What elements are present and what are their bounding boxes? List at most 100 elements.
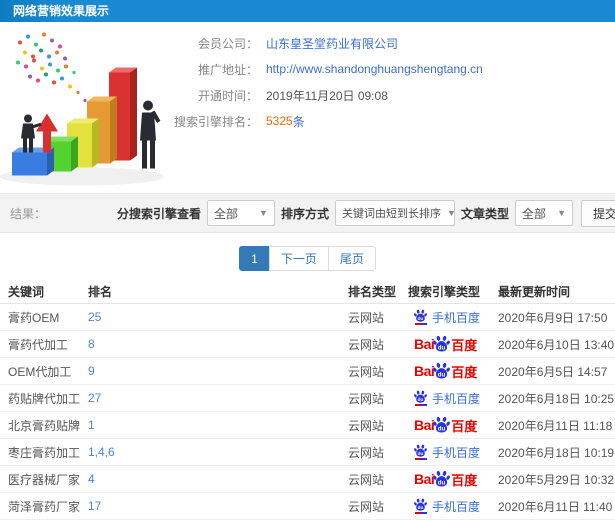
sort-select[interactable]: 关键词由短到长排序 ▼ (334, 200, 456, 226)
svg-text:du: du (438, 479, 446, 486)
mobile-baidu-paw-icon: du (414, 309, 427, 325)
baidu-underline (414, 323, 427, 325)
baidu-paw-icon: du (433, 335, 451, 351)
keyword-cell: 膏药OEM (8, 310, 60, 325)
rank-link[interactable]: 1,4,6 (88, 445, 115, 459)
baidu-logo-badge[interactable]: Bai du 百度 (414, 362, 477, 381)
keyword-cell: 北京膏药贴牌 (8, 418, 81, 433)
engine-filter-select[interactable]: 全部 ▼ (206, 200, 275, 226)
baidu-underline (414, 458, 427, 460)
last-page-button[interactable]: 尾页 (327, 246, 376, 271)
baidu-logo-badge[interactable]: Bai du 百度 (414, 470, 477, 489)
window-titlebar: 网络营销效果展示 (0, 0, 615, 22)
svg-text:du: du (438, 344, 446, 351)
engine-cell: Bai du 百度 (408, 470, 498, 489)
table-header-cell: 搜索引擎类型 (408, 285, 481, 299)
svg-text:du: du (438, 371, 446, 378)
table-header-cell: 排名 (88, 285, 113, 299)
rank-link[interactable]: 27 (88, 391, 101, 405)
engine-cell: Bai du 百度 (408, 362, 498, 381)
updated-cell: 2020年6月11日 11:18 (498, 418, 613, 433)
mobile-baidu-paw-icon: du (414, 498, 427, 514)
marketing-report-page: 网络营销效果展示 会员公司： 山东皇圣堂药业有限公司 推广地址： http://… (0, 0, 615, 520)
rank-link[interactable]: 9 (88, 364, 95, 378)
updated-cell: 2020年6月11日 11:40 (498, 499, 613, 514)
marketing-growth-illustration (0, 32, 164, 186)
next-page-button[interactable]: 下一页 (268, 246, 329, 271)
engine-filter-label: 分搜索引擎查看 (116, 206, 201, 221)
chevron-down-icon: ▼ (259, 208, 268, 218)
rank-link[interactable]: 1 (88, 418, 95, 432)
bar-chart-bars (12, 67, 137, 176)
engine-cell: Bai du 百度 (408, 444, 498, 461)
table-row: 枣庄膏药加工 1,4,6 云网站 Bai du 百度 (0, 439, 615, 466)
engine-cell: Bai du 百度 (408, 309, 498, 326)
chevron-down-icon: ▼ (446, 208, 456, 218)
chevron-down-icon: ▼ (557, 208, 566, 218)
sort-value: 关键词由短到长排序 (341, 208, 441, 220)
rank-type-cell: 云网站 (348, 445, 385, 460)
keyword-ranking-table: 关键词 排名 排名类型搜索引擎类型 最新更新时间 膏药OEM 25 云网站 Bai d… (0, 280, 615, 520)
keyword-cell: 药贴牌代加工 (8, 391, 81, 406)
article-type-value: 全部 (522, 206, 547, 221)
table-header-cell: 最新更新时间 (498, 285, 571, 299)
info-label: 会员公司： (197, 36, 258, 51)
info-row: 会员公司： 山东皇圣堂药业有限公司 (170, 30, 615, 56)
pagination: 1 下一页 尾页 (239, 246, 376, 271)
keyword-cell: 膏药代加工 (8, 337, 69, 352)
svg-text:du: du (418, 397, 424, 402)
svg-text:du: du (418, 451, 424, 456)
info-value: 5325 (266, 114, 293, 128)
engine-cell: Bai du 百度 (408, 416, 498, 435)
baidu-paw-icon: du (433, 416, 451, 432)
svg-text:du: du (418, 505, 424, 510)
info-value[interactable]: http://www.shandonghuangshengtang.cn (266, 62, 483, 76)
mobile-baidu-badge[interactable]: du 手机百度 (414, 390, 480, 407)
baidu-logo-badge[interactable]: Bai du 百度 (414, 335, 477, 354)
submit-button[interactable]: 提交 (581, 199, 615, 227)
table-row: 医疗器械厂家 4 云网站 Bai du 百度 2020年5月29日 10:32 (0, 466, 615, 493)
engine-cell: Bai du 百度 (408, 390, 498, 407)
updated-cell: 2020年5月29日 10:32 (498, 472, 615, 487)
rank-link[interactable]: 25 (88, 310, 101, 324)
table-header-cell: 排名类型 (348, 285, 397, 299)
baidu-paw-icon: du (433, 470, 451, 486)
rank-link[interactable]: 4 (88, 472, 95, 486)
rank-type-cell: 云网站 (348, 364, 385, 379)
page-button-current[interactable]: 1 (239, 246, 270, 271)
info-label: 开通时间： (197, 88, 258, 103)
updated-cell: 2020年6月18日 10:25 (498, 391, 615, 406)
result-label: 结果： (10, 206, 47, 221)
baidu-logo-badge[interactable]: Bai du 百度 (414, 416, 477, 435)
rank-type-cell: 云网站 (348, 337, 385, 352)
account-info-section: 会员公司： 山东皇圣堂药业有限公司 推广地址： http://www.shand… (0, 22, 615, 193)
info-value: 2019年11月20日 09:08 (266, 88, 388, 103)
baidu-underline (414, 404, 427, 406)
info-row: 推广地址： http://www.shandonghuangshengtang.… (170, 56, 615, 82)
mobile-baidu-badge[interactable]: du 手机百度 (414, 498, 480, 515)
info-value[interactable]: 山东皇圣堂药业有限公司 (266, 35, 398, 52)
table-row: 膏药代加工 8 云网站 Bai du 百度 2020年6月10日 13:40 (0, 331, 615, 358)
info-label: 推广地址： (197, 62, 258, 77)
filter-controls: 分搜索引擎查看 全部 ▼ 排序方式 关键词由短到长排序 ▼ 文章类型 全部 ▼ … (111, 199, 615, 227)
baidu-underline (414, 512, 427, 514)
info-row: 搜索引擎排名： 5325 条 (170, 108, 615, 134)
article-type-select[interactable]: 全部 ▼ (515, 200, 573, 226)
rank-type-cell: 云网站 (348, 472, 385, 487)
page-title: 网络营销效果展示 (13, 4, 110, 18)
rank-link[interactable]: 8 (88, 337, 95, 351)
keyword-cell: 枣庄膏药加工 (8, 445, 81, 460)
mobile-baidu-badge[interactable]: du 手机百度 (414, 444, 480, 461)
table-header-cell: 关键词 (8, 285, 45, 299)
mobile-baidu-badge[interactable]: du 手机百度 (414, 309, 480, 326)
mobile-baidu-paw-icon: du (414, 390, 427, 406)
info-label: 搜索引擎排名： (173, 114, 258, 129)
businessman-left (21, 114, 42, 153)
rank-link[interactable]: 17 (88, 499, 101, 513)
table-row: 膏药OEM 25 云网站 Bai du 百度 (0, 304, 615, 331)
pagination-area: 1 下一页 尾页 (0, 233, 615, 280)
updated-cell: 2020年6月18日 10:19 (498, 445, 615, 460)
mobile-baidu-paw-icon: du (414, 444, 427, 460)
updated-cell: 2020年6月5日 14:57 (498, 364, 608, 379)
rank-type-cell: 云网站 (348, 310, 385, 325)
